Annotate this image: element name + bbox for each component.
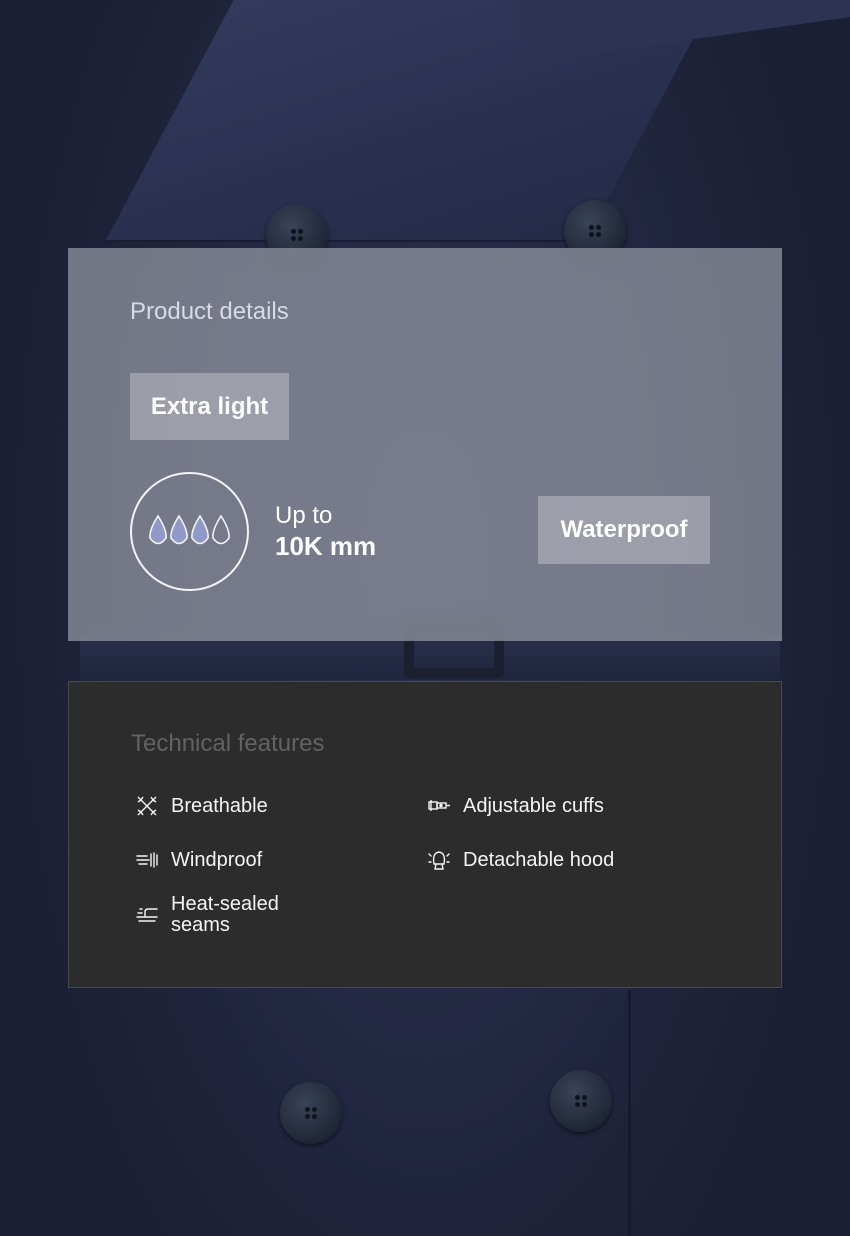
heat-sealed-seams-icon xyxy=(136,908,158,922)
feature-label: Detachable hood xyxy=(463,848,615,871)
extra-light-tag-label: Extra light xyxy=(150,392,269,420)
wind-icon xyxy=(136,852,158,868)
water-drop-filled xyxy=(169,514,188,544)
water-drop-filled xyxy=(148,514,167,544)
feature-heat-sealed-seams: Heat-sealed seams xyxy=(135,894,311,936)
coat-button xyxy=(550,1070,612,1132)
water-rating-value: 10K mm xyxy=(275,531,377,561)
product-details-panel: Product details Extra light Up to 10K mm… xyxy=(68,248,782,641)
feature-label: Windproof xyxy=(171,848,263,871)
water-drops-rating xyxy=(130,472,249,591)
feature-windproof: Windproof xyxy=(135,848,262,872)
feature-label: Heat-sealed seams xyxy=(171,893,279,936)
waterproof-tag-label: Waterproof xyxy=(560,516,688,543)
water-rating-text: Up to 10K mm xyxy=(275,501,376,561)
detachable-hood-icon xyxy=(428,851,450,870)
water-drop-filled xyxy=(190,514,209,544)
coat-button xyxy=(280,1082,342,1144)
breathable-icon xyxy=(137,796,157,816)
coat-seam xyxy=(628,990,631,1236)
feature-label: Adjustable cuffs xyxy=(463,794,604,817)
feature-detachable-hood: Detachable hood xyxy=(427,848,614,872)
water-drops-icon xyxy=(148,514,230,544)
extra-light-tag: Extra light xyxy=(130,373,289,440)
waterproof-tag: Waterproof xyxy=(538,496,710,564)
feature-adjustable-cuffs: Adjustable cuffs xyxy=(427,794,604,818)
technical-features-title: Technical features xyxy=(131,730,325,757)
adjustable-cuffs-icon xyxy=(428,800,450,811)
water-drop-empty xyxy=(211,514,230,544)
feature-label: Breathable xyxy=(171,794,268,817)
feature-breathable: Breathable xyxy=(135,794,268,818)
technical-features-panel: Technical features Breathable Windproof xyxy=(68,681,782,988)
water-rating-prefix: Up to xyxy=(275,502,333,529)
product-details-title: Product details xyxy=(130,298,289,325)
